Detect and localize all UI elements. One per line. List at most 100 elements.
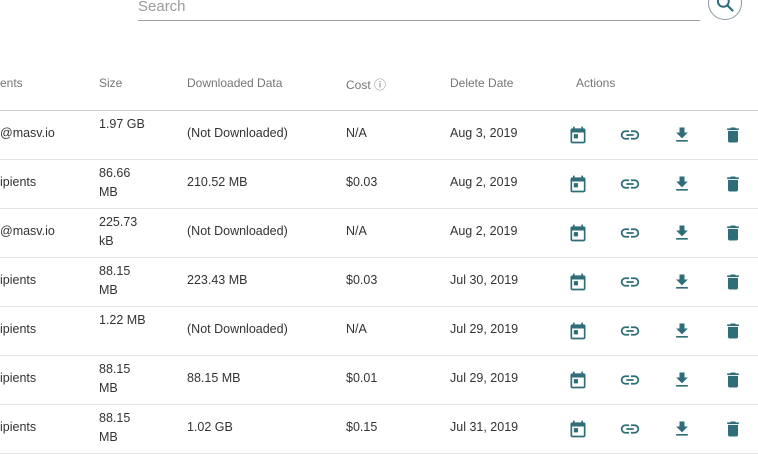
cell-delete-date: Jul 29, 2019 <box>450 322 519 336</box>
cell-delete-date: Aug 3, 2019 <box>450 126 518 140</box>
cell-size: 1.22 MB <box>99 313 146 327</box>
column-header-size[interactable]: Size <box>99 76 122 90</box>
calendar-icon <box>568 419 588 439</box>
delete-icon <box>723 272 743 292</box>
copy-link-button[interactable] <box>618 417 642 441</box>
cell-cost: $0.03 <box>346 175 378 189</box>
column-header-actions: Actions <box>576 76 616 90</box>
table-row: @masv.io 225.73 kB (Not Downloaded) N/A Aug … <box>0 209 758 258</box>
table-row: ipients 1.22 MB (Not Downloaded) N/A Jul 29,… <box>0 307 758 356</box>
column-header-recipients[interactable]: ents <box>0 76 23 90</box>
delete-button[interactable] <box>721 319 745 343</box>
calendar-icon <box>568 223 588 243</box>
delete-icon <box>723 125 743 145</box>
table-row: ipients 88.15 MB 88.15 MB $0.01 Jul 29, 2019 <box>0 356 758 405</box>
delete-button[interactable] <box>721 368 745 392</box>
schedule-button[interactable] <box>566 319 590 343</box>
link-icon <box>619 124 641 146</box>
link-icon <box>619 369 641 391</box>
table-row: ipients 88.15 MB 1.02 GB $0.15 Jul 31, 2019 <box>0 405 758 454</box>
download-button[interactable] <box>670 270 694 294</box>
download-button[interactable] <box>670 417 694 441</box>
delete-icon <box>723 223 743 243</box>
link-icon <box>619 271 641 293</box>
cell-recipients: ipients <box>0 420 37 434</box>
copy-link-button[interactable] <box>618 270 642 294</box>
download-icon <box>672 223 692 243</box>
cell-delete-date: Aug 2, 2019 <box>450 175 518 189</box>
cell-size: 225.73 kB <box>99 215 138 248</box>
download-icon <box>672 419 692 439</box>
table-header: ents Size Downloaded Data Cost ⓘ Delete … <box>0 62 758 111</box>
cell-downloaded-data: 223.43 MB <box>187 273 248 287</box>
delete-button[interactable] <box>721 221 745 245</box>
delete-icon <box>723 321 743 341</box>
column-header-downloaded-data[interactable]: Downloaded Data <box>187 76 282 90</box>
copy-link-button[interactable] <box>618 172 642 196</box>
cell-recipients: ipients <box>0 273 37 287</box>
delete-button[interactable] <box>721 123 745 147</box>
cell-downloaded-data: 88.15 MB <box>187 371 241 385</box>
table-row: ipients 86.66 MB 210.52 MB $0.03 Aug 2, 2019 <box>0 160 758 209</box>
cell-size: 88.15 MB <box>99 264 131 297</box>
cell-delete-date: Aug 2, 2019 <box>450 224 518 238</box>
cell-recipients: @masv.io <box>0 224 55 238</box>
cell-delete-date: Jul 30, 2019 <box>450 273 519 287</box>
schedule-button[interactable] <box>566 172 590 196</box>
column-header-cost-label: Cost <box>346 78 371 92</box>
cell-size: 86.66 MB <box>99 166 131 199</box>
cell-recipients: @masv.io <box>0 126 55 140</box>
search-input[interactable] <box>138 0 700 18</box>
download-icon <box>672 125 692 145</box>
delete-icon <box>723 419 743 439</box>
table-row: @masv.io 1.97 GB (Not Downloaded) N/A Aug 3,… <box>0 111 758 160</box>
schedule-button[interactable] <box>566 270 590 294</box>
download-icon <box>672 321 692 341</box>
cell-cost: $0.01 <box>346 371 378 385</box>
download-button[interactable] <box>670 123 694 147</box>
cell-recipients: ipients <box>0 175 37 189</box>
copy-link-button[interactable] <box>618 319 642 343</box>
download-button[interactable] <box>670 172 694 196</box>
table-row: ipients 88.15 MB 223.43 MB $0.03 Jul 30, 201… <box>0 258 758 307</box>
download-button[interactable] <box>670 319 694 343</box>
cell-downloaded-data: 1.02 GB <box>187 420 233 434</box>
delete-button[interactable] <box>721 417 745 441</box>
download-icon <box>672 272 692 292</box>
cell-recipients: ipients <box>0 371 37 385</box>
column-header-cost[interactable]: Cost ⓘ <box>346 76 386 93</box>
cell-recipients: ipients <box>0 322 37 336</box>
delete-button[interactable] <box>721 172 745 196</box>
link-icon <box>619 173 641 195</box>
download-button[interactable] <box>670 368 694 392</box>
cell-cost: N/A <box>346 126 367 140</box>
info-icon[interactable]: ⓘ <box>374 78 386 92</box>
calendar-icon <box>568 272 588 292</box>
cell-delete-date: Jul 29, 2019 <box>450 371 519 385</box>
copy-link-button[interactable] <box>618 221 642 245</box>
search-button[interactable] <box>708 0 742 20</box>
download-icon <box>672 174 692 194</box>
link-icon <box>619 320 641 342</box>
cell-size: 88.15 MB <box>99 362 131 395</box>
delete-button[interactable] <box>721 270 745 294</box>
schedule-button[interactable] <box>566 123 590 147</box>
download-button[interactable] <box>670 221 694 245</box>
calendar-icon <box>568 370 588 390</box>
column-header-delete-date[interactable]: Delete Date <box>450 76 513 90</box>
search-icon <box>715 0 735 13</box>
cell-size: 1.97 GB <box>99 117 145 131</box>
calendar-icon <box>568 321 588 341</box>
copy-link-button[interactable] <box>618 368 642 392</box>
cell-downloaded-data: (Not Downloaded) <box>187 126 288 140</box>
link-icon <box>619 418 641 440</box>
cell-downloaded-data: (Not Downloaded) <box>187 224 288 238</box>
copy-link-button[interactable] <box>618 123 642 147</box>
cell-cost: $0.03 <box>346 273 378 287</box>
schedule-button[interactable] <box>566 221 590 245</box>
schedule-button[interactable] <box>566 368 590 392</box>
delete-icon <box>723 370 743 390</box>
schedule-button[interactable] <box>566 417 590 441</box>
cell-downloaded-data: 210.52 MB <box>187 175 248 189</box>
search-field <box>138 0 700 21</box>
